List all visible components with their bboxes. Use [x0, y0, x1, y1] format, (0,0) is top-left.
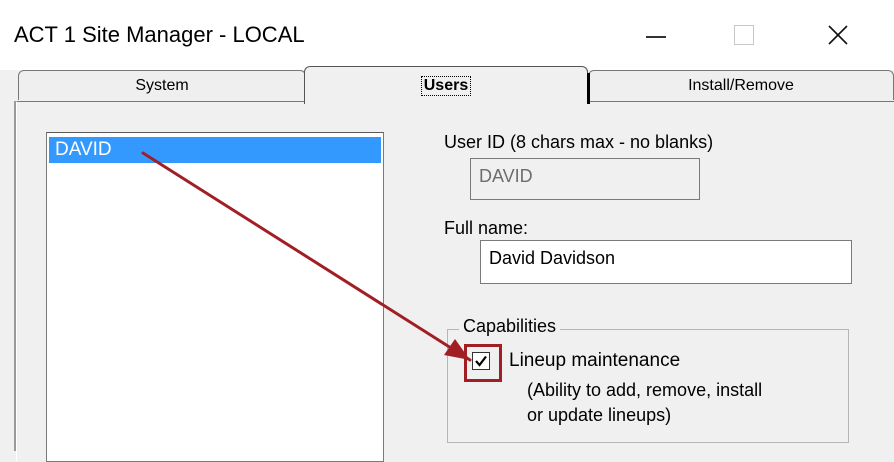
close-icon — [828, 25, 848, 45]
list-item[interactable]: DAVID — [49, 137, 381, 163]
lineup-desc-line1: (Ability to add, remove, install — [527, 380, 763, 400]
title-bar: ACT 1 Site Manager - LOCAL — [0, 0, 894, 70]
user-id-field: DAVID — [470, 158, 700, 200]
tab-system[interactable]: System — [18, 70, 306, 100]
tab-shadow — [587, 73, 590, 104]
full-name-label: Full name: — [444, 218, 529, 238]
full-name-field[interactable]: David Davidson — [480, 240, 852, 284]
lineup-desc-line2: or update lineups) — [527, 405, 672, 425]
tab-system-label: System — [135, 76, 189, 94]
window-title: ACT 1 Site Manager - LOCAL — [14, 22, 305, 47]
lineup-maintenance-label: Lineup maintenance — [509, 350, 681, 371]
tab-install-remove[interactable]: Install/Remove — [588, 70, 894, 100]
tab-users-label: Users — [420, 75, 472, 96]
users-listbox[interactable]: DAVID — [46, 132, 384, 462]
maximize-icon — [734, 25, 754, 45]
tab-strip: System Users Install/Remove — [0, 66, 894, 104]
tab-install-remove-label: Install/Remove — [688, 76, 794, 94]
tab-users[interactable]: Users — [304, 66, 590, 104]
maximize-button[interactable] — [714, 10, 774, 60]
panel-edge — [14, 101, 16, 451]
checkmark-icon — [475, 355, 487, 367]
capabilities-title: Capabilities — [459, 316, 561, 337]
user-id-label: User ID (8 chars max - no blanks) — [444, 132, 714, 152]
close-button[interactable] — [808, 10, 868, 60]
lineup-maintenance-checkbox[interactable] — [472, 352, 490, 370]
minimize-icon — [646, 36, 666, 38]
lineup-maintenance-description: (Ability to add, remove, install or upda… — [527, 378, 837, 428]
minimize-button[interactable] — [626, 10, 686, 60]
